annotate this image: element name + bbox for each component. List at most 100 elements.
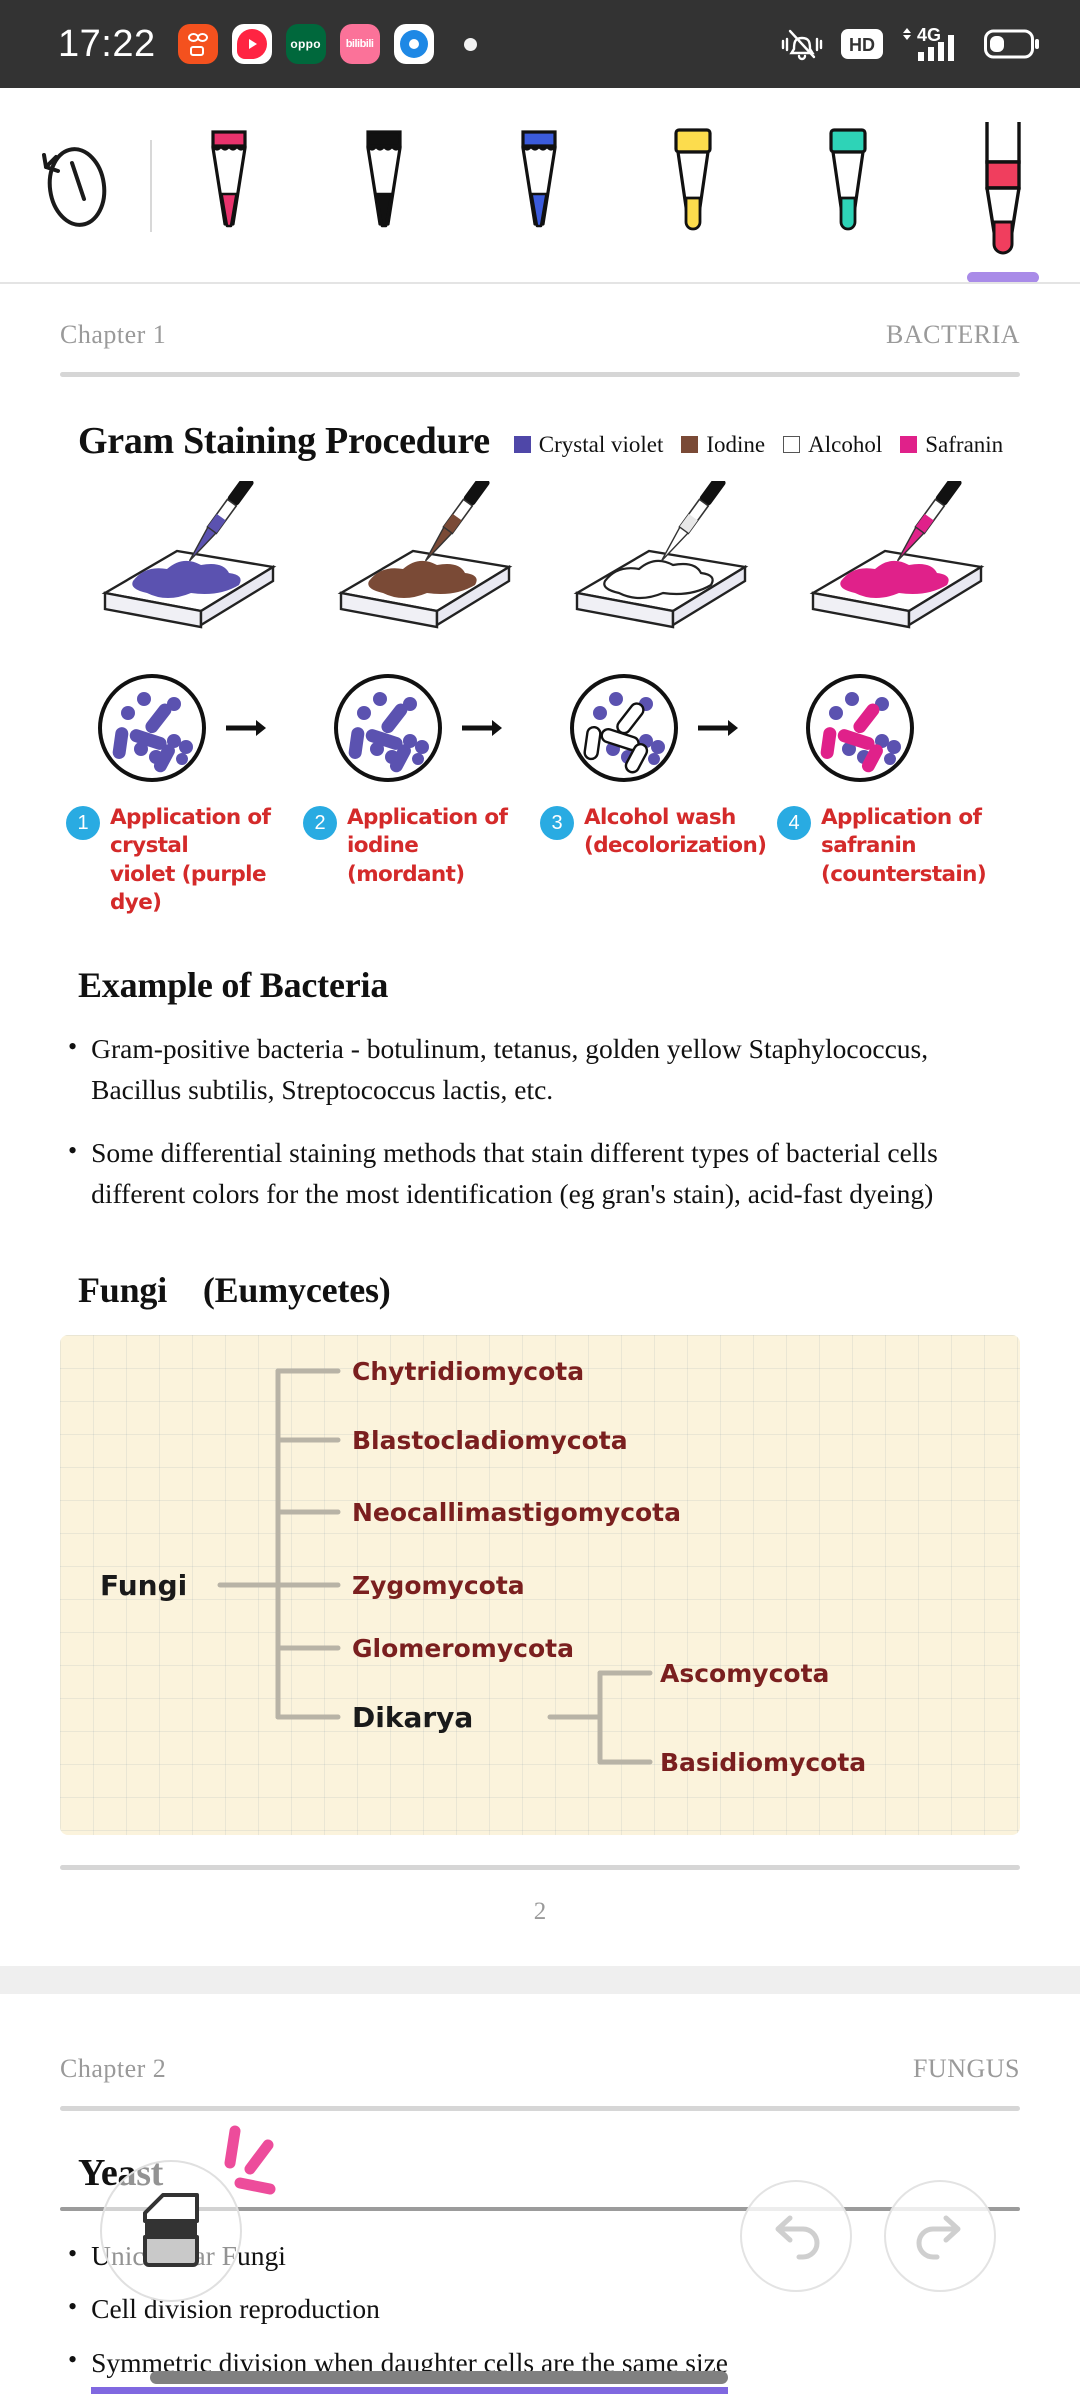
network-4g-signal-icon: 4G	[903, 25, 954, 61]
oppo-icon: oppo	[285, 24, 326, 64]
gram-staining-diagram	[60, 481, 1020, 786]
page2-header: Chapter 2 FUNGUS	[60, 1994, 1020, 2084]
app-root: 17:22 oppo bilibili HD 4G Chapter 1 BACT…	[0, 0, 1080, 2400]
gram-step-1: 1 Application of crystal violet (purple …	[66, 804, 303, 918]
legend-swatch-iodine	[681, 436, 699, 453]
undo-button[interactable]	[740, 2180, 852, 2292]
bullet-marker: •	[68, 1136, 78, 1165]
pen-black[interactable]	[307, 122, 462, 283]
step-3-line1: Alcohol wash	[584, 805, 736, 830]
fungi-branch-2: Neocallimastigomycota	[352, 1498, 681, 1527]
notification-dot-icon	[463, 37, 477, 51]
lasso-select-icon[interactable]	[0, 88, 150, 283]
document-scroll-area[interactable]: Chapter 1 BACTERIA Gram Staining Procedu…	[0, 284, 1080, 2400]
example-of-bacteria-title: Example of Bacteria	[78, 964, 389, 1005]
silent-mode-icon	[781, 29, 823, 61]
yeast-bullet-2-text: Cell division reproduction	[91, 2292, 380, 2324]
example-bullet-2-text: Some differential staining methods that …	[91, 1137, 938, 1210]
pen-list	[152, 88, 1080, 283]
legend-label-crystal-violet: Crystal violet	[538, 431, 664, 457]
pen-blue[interactable]	[461, 122, 616, 283]
stain-step-3-micro	[570, 674, 738, 782]
step-number-3: 3	[540, 806, 574, 840]
redo-button[interactable]	[884, 2180, 996, 2292]
page1-header-rule	[60, 372, 1020, 377]
stain-step-1-illustration	[68, 481, 304, 786]
page2-header-right: FUNGUS	[912, 2053, 1020, 2083]
legend-item-crystal-violet: Crystal violet	[513, 431, 664, 458]
step-2-line1: Application of	[347, 805, 508, 830]
fungi-branch-3: Zygomycota	[352, 1571, 525, 1600]
example-bullet-1-text: Gram-positive bacteria - botulinum, teta…	[91, 1032, 929, 1105]
gram-staining-steps: 1 Application of crystal violet (purple …	[60, 804, 1020, 918]
fungi-branch-1: Blastocladiomycota	[352, 1426, 628, 1455]
fungi-title: Fungi (Eumycetes)	[78, 1269, 391, 1310]
fungi-branch-0: Chytridiomycota	[352, 1357, 584, 1386]
step-2-line2: iodine (mordant)	[347, 833, 465, 887]
page1-header-right: BACTERIA	[886, 320, 1020, 349]
bullet-marker: •	[68, 2238, 78, 2268]
svg-text:HD: HD	[849, 35, 875, 55]
highlighter-teal[interactable]	[771, 122, 926, 283]
svg-text:4G: 4G	[917, 25, 941, 45]
eraser-icon	[143, 2193, 199, 2267]
horizontal-scrollbar[interactable]	[150, 2371, 728, 2384]
step-text-3: Alcohol wash (decolorization)	[584, 804, 767, 918]
battery-icon	[984, 29, 1039, 59]
legend-label-alcohol: Alcohol	[808, 431, 883, 457]
legend-label-safranin: Safranin	[925, 431, 1004, 457]
stain-step-3-illustration	[540, 481, 776, 786]
step-number-4: 4	[777, 806, 811, 840]
fungi-sub-branch-0: Ascomycota	[660, 1659, 829, 1688]
fungi-tree-diagram: Chytridiomycota Blastocladiomycota Neoca…	[60, 1334, 1020, 1835]
browser-icon	[393, 24, 434, 64]
step-1-line1: Application of crystal	[110, 805, 271, 859]
bullet-marker: •	[68, 2345, 78, 2374]
stain-step-2-micro	[334, 674, 502, 782]
eraser-tool-button[interactable]	[100, 2160, 242, 2302]
status-app-icons: oppo bilibili	[177, 24, 477, 64]
redo-icon	[916, 2215, 961, 2260]
stain-step-4-illustration	[776, 481, 1012, 786]
step-number-2: 2	[303, 806, 337, 840]
legend-label-iodine: Iodine	[706, 431, 766, 457]
stain-step-4-micro	[806, 674, 914, 782]
status-indicators: HD 4G	[779, 24, 1054, 64]
hd-icon: HD	[841, 29, 883, 59]
stain-step-2-illustration	[304, 481, 540, 786]
gram-step-3: 3 Alcohol wash (decolorization)	[540, 804, 777, 918]
status-time: 17:22	[58, 22, 156, 65]
gram-step-2: 2 Application of iodine (mordant)	[303, 804, 540, 918]
legend-swatch-alcohol	[783, 436, 801, 453]
step-4-line1: Application of	[821, 805, 982, 830]
gram-staining-title-row: Gram Staining Procedure Crystal violet I…	[60, 419, 1020, 463]
bullet-marker: •	[68, 1031, 78, 1061]
page1-header: Chapter 1 BACTERIA	[60, 284, 1020, 350]
pen-pink[interactable]	[152, 122, 307, 283]
highlighter-yellow[interactable]	[616, 122, 771, 283]
video-app-icon	[231, 24, 272, 64]
step-1-line2: violet (purple dye)	[110, 861, 267, 916]
yeast-bullet-3-text: Symmetric division when daughter cells a…	[91, 2341, 729, 2394]
step-3-line2: (decolorization)	[584, 833, 767, 859]
gram-step-4: 4 Application of safranin (counterstain)	[777, 804, 1014, 918]
fungi-branch-5: Dikarya	[352, 1701, 473, 1734]
gram-staining-title: Gram Staining Procedure	[78, 420, 490, 462]
page-separator	[0, 1965, 1080, 1994]
page-1: Chapter 1 BACTERIA Gram Staining Procedu…	[0, 284, 1080, 1966]
yeast-bullet-3: • Symmetric division when daughter cells…	[60, 2341, 1020, 2394]
legend-item-iodine: Iodine	[681, 432, 765, 458]
undo-icon	[775, 2215, 820, 2260]
bilibili-icon: bilibili	[339, 24, 380, 64]
step-text-4: Application of safranin (counterstain)	[821, 804, 1004, 918]
pen-toolbar	[0, 88, 1080, 283]
kuaishou-icon	[177, 24, 218, 64]
highlighter-red[interactable]	[925, 122, 1080, 283]
example-bullet-2: • Some differential staining methods tha…	[60, 1132, 1020, 1215]
stain-step-1-micro	[98, 674, 266, 782]
status-bar: 17:22 oppo bilibili HD 4G	[0, 0, 1080, 88]
gram-staining-legend: Crystal violet Iodine Alcohol Safranin	[513, 431, 1004, 458]
page1-header-left: Chapter 1	[60, 320, 167, 349]
step-text-2: Application of iodine (mordant)	[347, 804, 530, 918]
step-text-1: Application of crystal violet (purple dy…	[110, 804, 293, 918]
